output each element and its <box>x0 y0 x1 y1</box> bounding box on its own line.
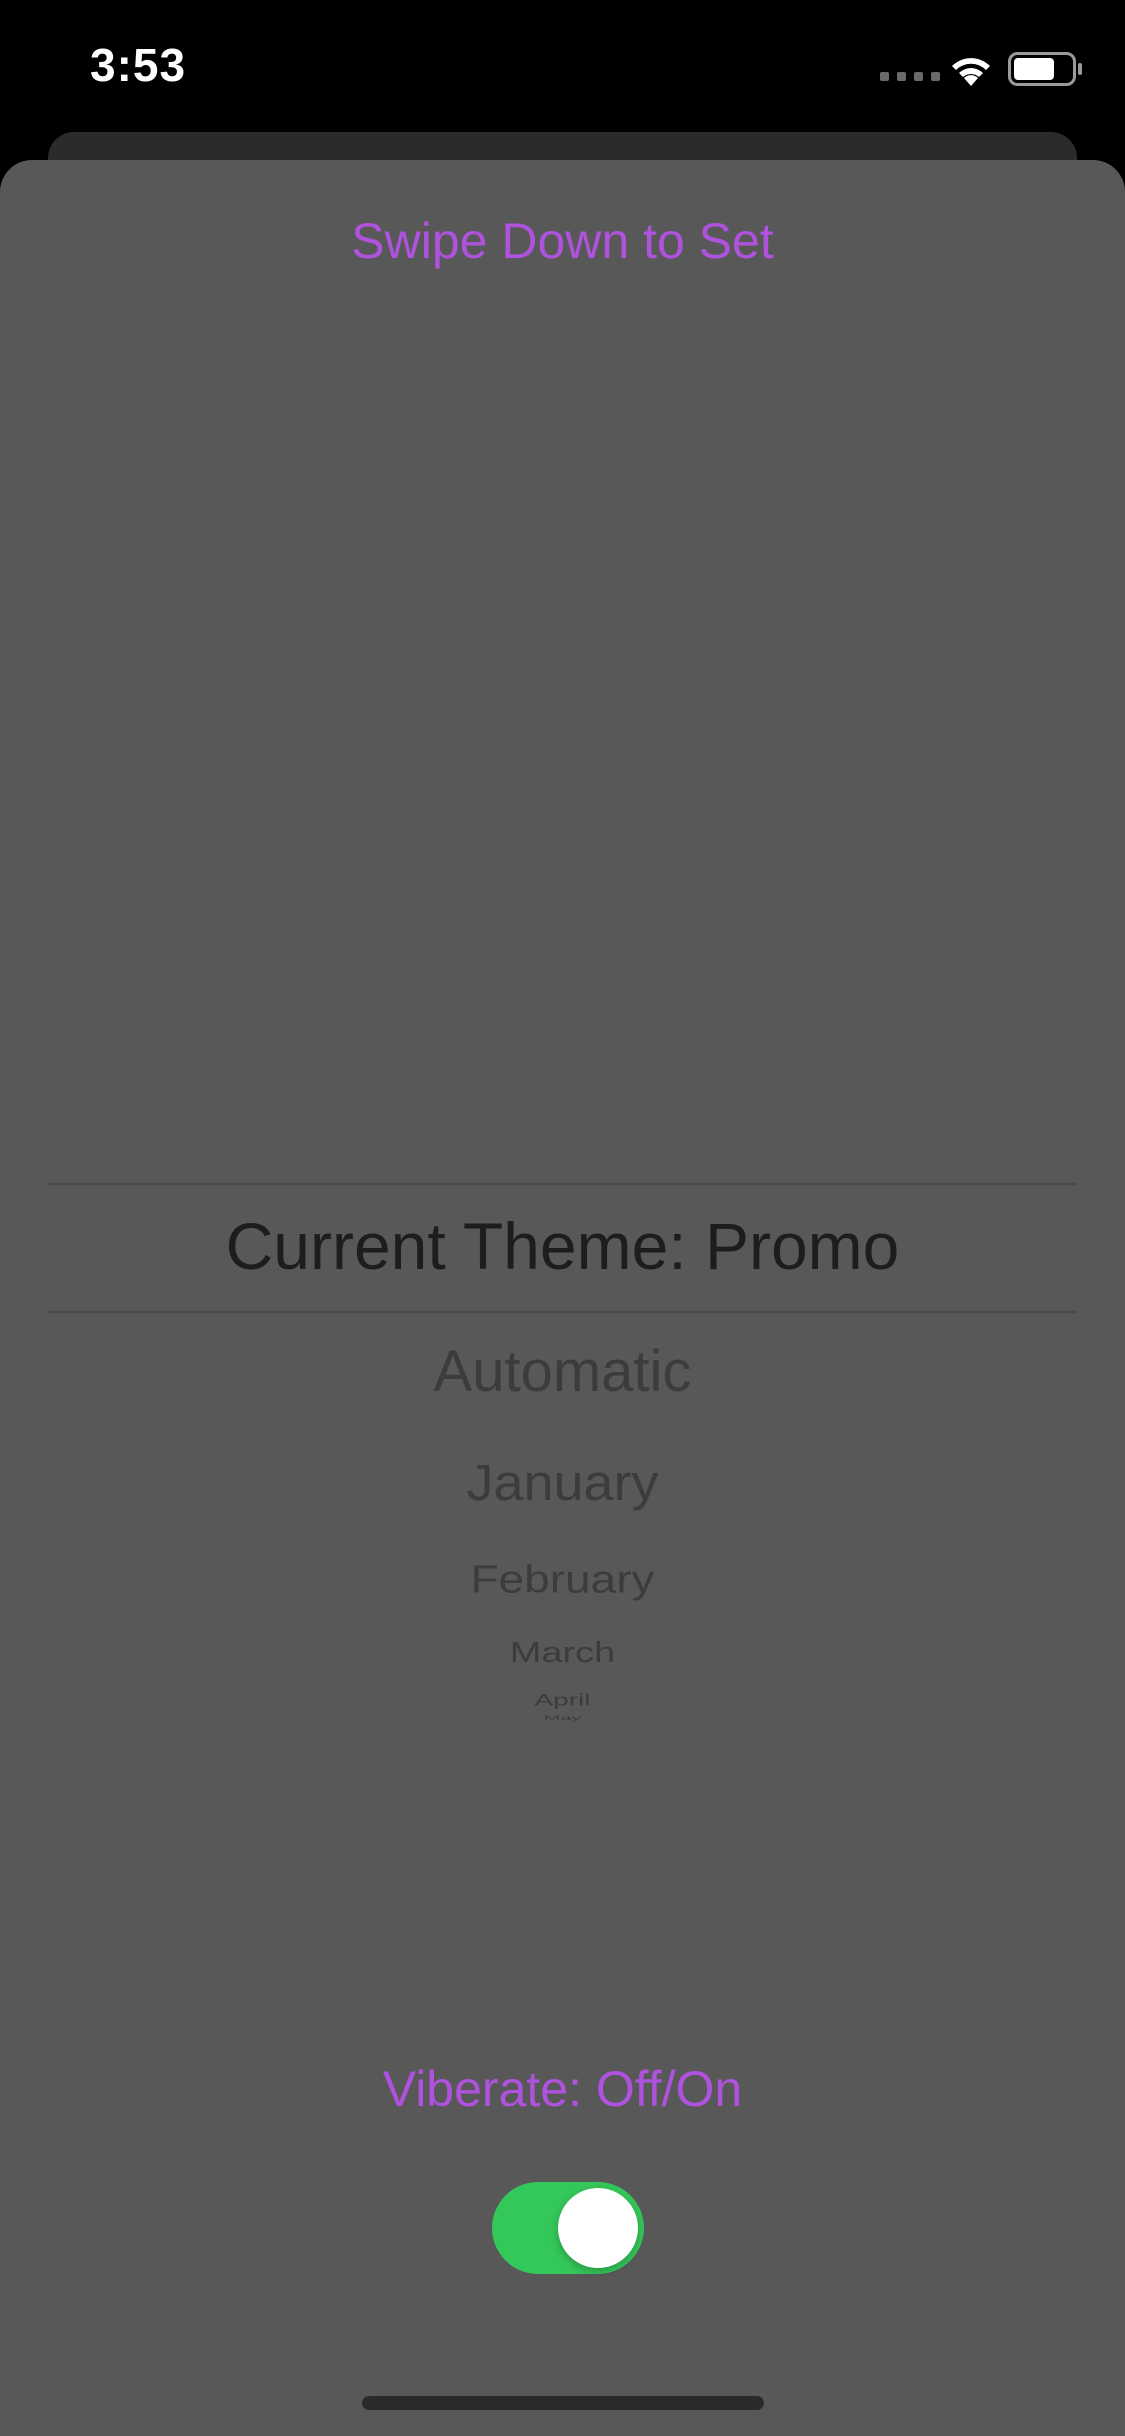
home-indicator[interactable] <box>362 2396 764 2410</box>
vibrate-toggle[interactable] <box>492 2182 644 2274</box>
status-bar: 3:53 <box>0 0 1125 132</box>
picker-option[interactable]: April <box>0 1690 1125 1709</box>
picker-selection-bottom-line <box>48 1311 1077 1313</box>
battery-icon <box>1008 52 1082 86</box>
wifi-icon <box>952 58 990 86</box>
cellular-signal-icon <box>880 72 940 81</box>
vibrate-label: Viberate: Off/On <box>382 2061 743 2117</box>
picker-option[interactable]: March <box>0 1637 1125 1669</box>
picker-option[interactable]: February <box>0 1556 1125 1602</box>
picker-selected-item[interactable]: Current Theme: Promo <box>48 1208 1077 1284</box>
picker-option[interactable]: Automatic <box>0 1338 1125 1405</box>
picker-option[interactable]: May <box>0 1715 1125 1722</box>
picker-option[interactable]: January <box>0 1454 1125 1512</box>
status-time: 3:53 <box>90 39 187 91</box>
sheet-title: Swipe Down to Set <box>351 213 774 269</box>
toggle-knob <box>558 2188 638 2268</box>
picker-selection-top-line <box>48 1183 1077 1185</box>
